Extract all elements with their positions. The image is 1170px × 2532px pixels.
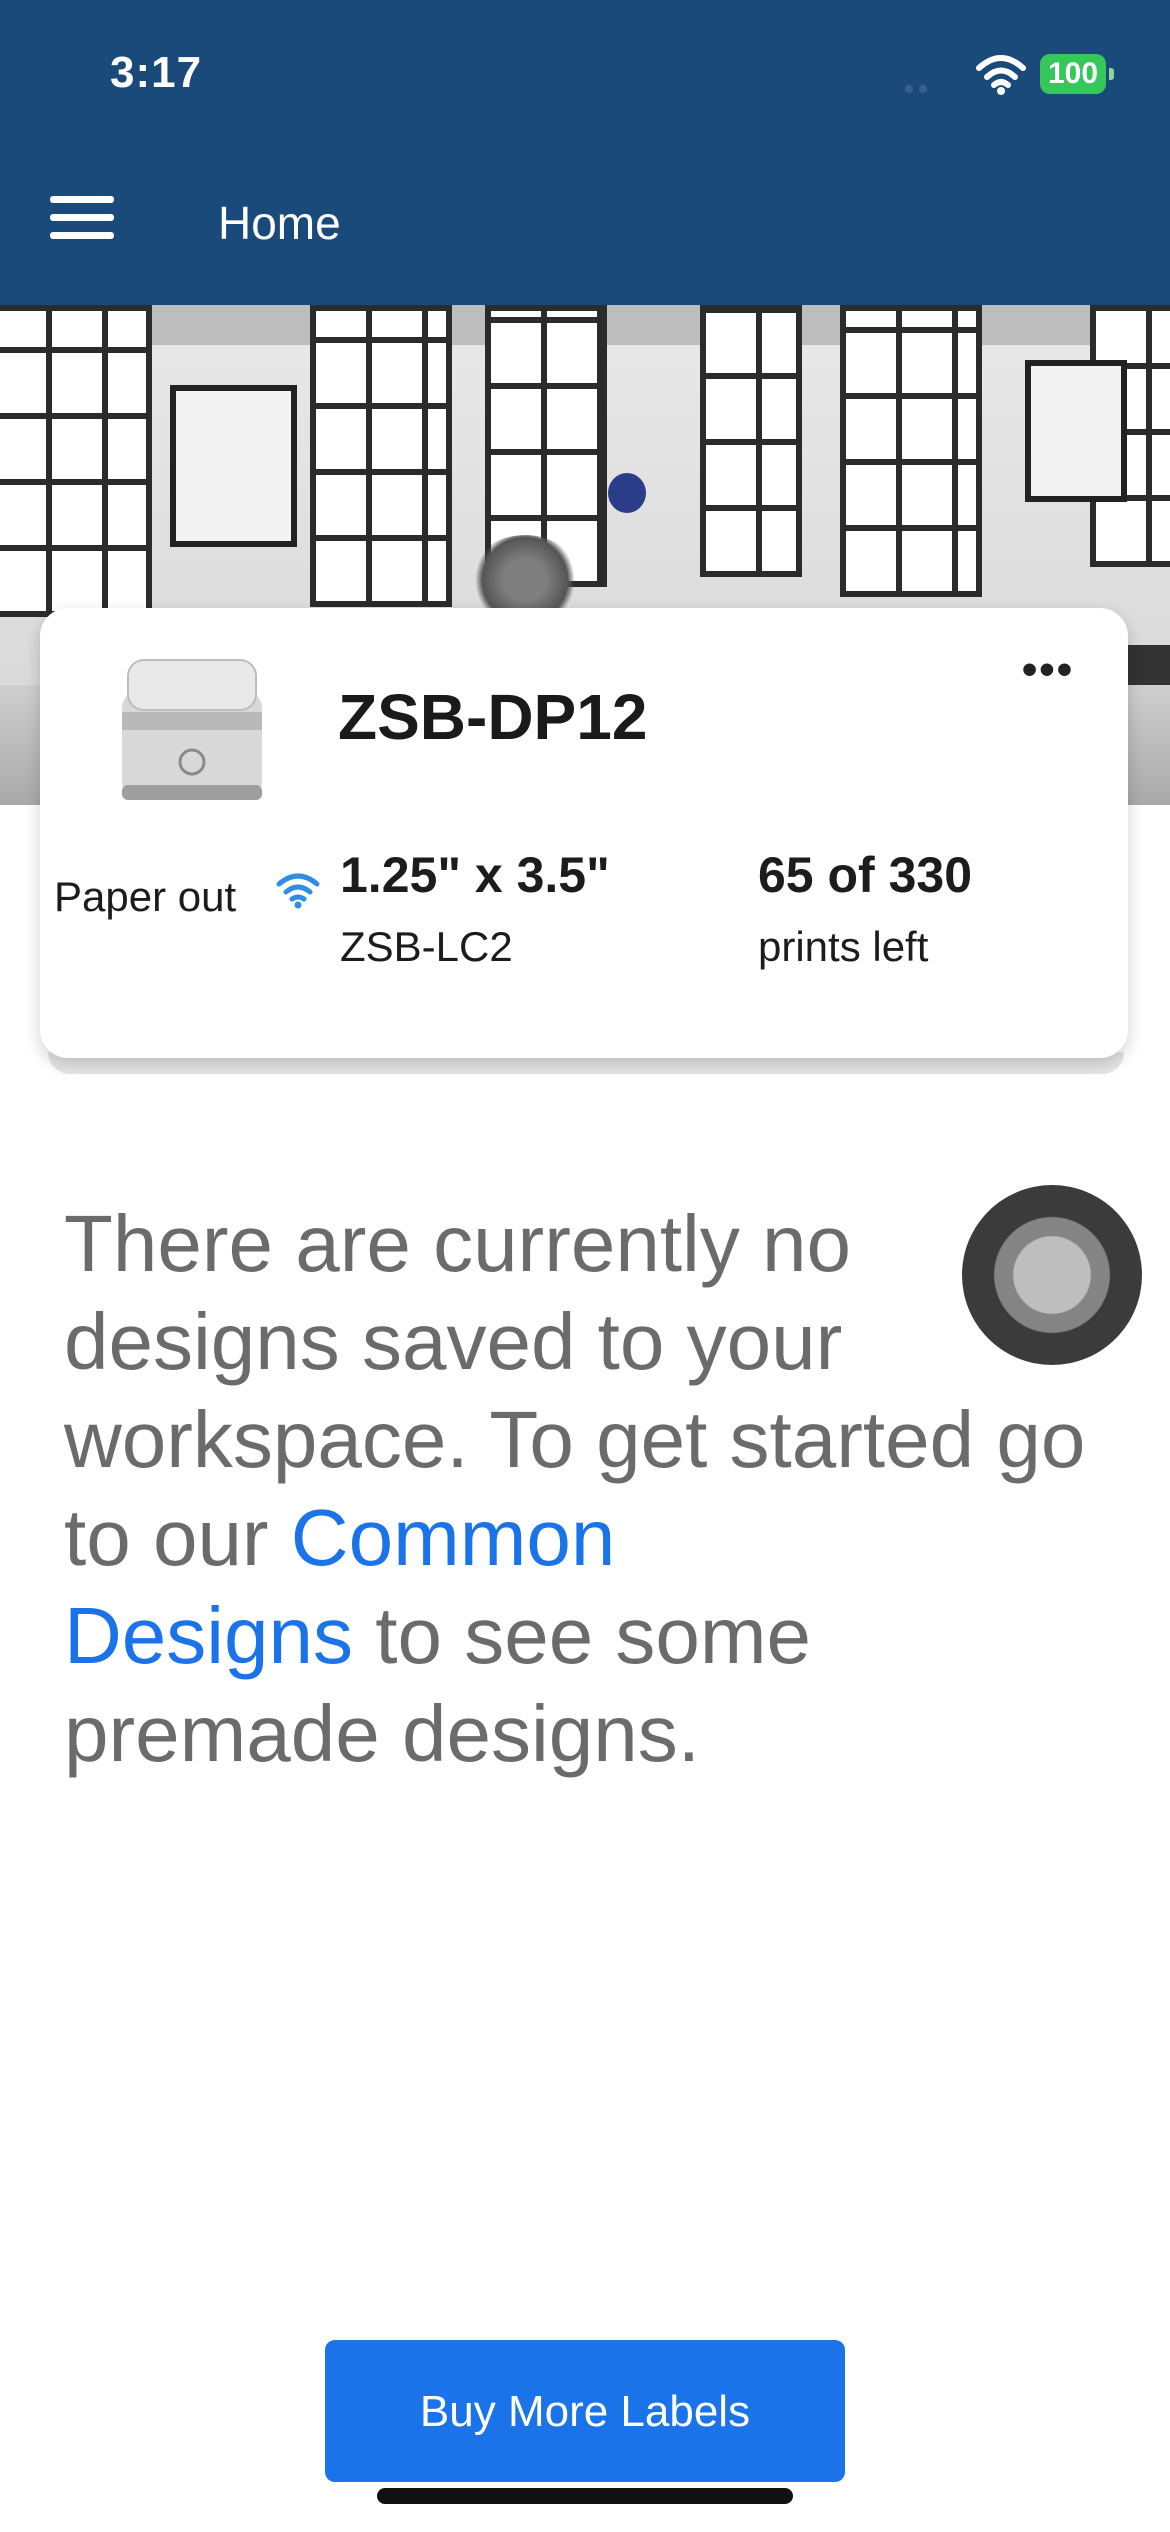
label-model: ZSB-LC2	[340, 923, 513, 970]
buy-more-labels-button[interactable]: Buy More Labels	[325, 2340, 845, 2482]
more-options-icon[interactable]: •••	[1020, 648, 1076, 700]
printer-card[interactable]: ZSB-DP12 ••• Paper out 1.25" x 3.5" ZSB-…	[40, 608, 1128, 1058]
top-app-bar: 3:17 100 Home	[0, 0, 1170, 305]
printer-wifi-icon	[276, 873, 320, 909]
battery-icon: 100	[1040, 54, 1114, 94]
cellular-signal-icon	[905, 80, 933, 98]
prints-remaining-label: prints left	[758, 923, 929, 970]
hamburger-menu-icon[interactable]	[50, 196, 114, 248]
label-size: 1.25" x 3.5"	[340, 847, 610, 903]
wifi-icon	[976, 55, 1026, 95]
status-time: 3:17	[110, 48, 203, 97]
printer-name: ZSB-DP12	[338, 681, 648, 753]
prints-remaining-count: 65 of 330	[758, 847, 973, 903]
printer-image	[122, 659, 262, 800]
home-indicator	[377, 2488, 793, 2504]
page-title: Home	[218, 197, 341, 249]
printer-status: Paper out	[54, 873, 237, 920]
touch-indicator	[962, 1185, 1142, 1365]
